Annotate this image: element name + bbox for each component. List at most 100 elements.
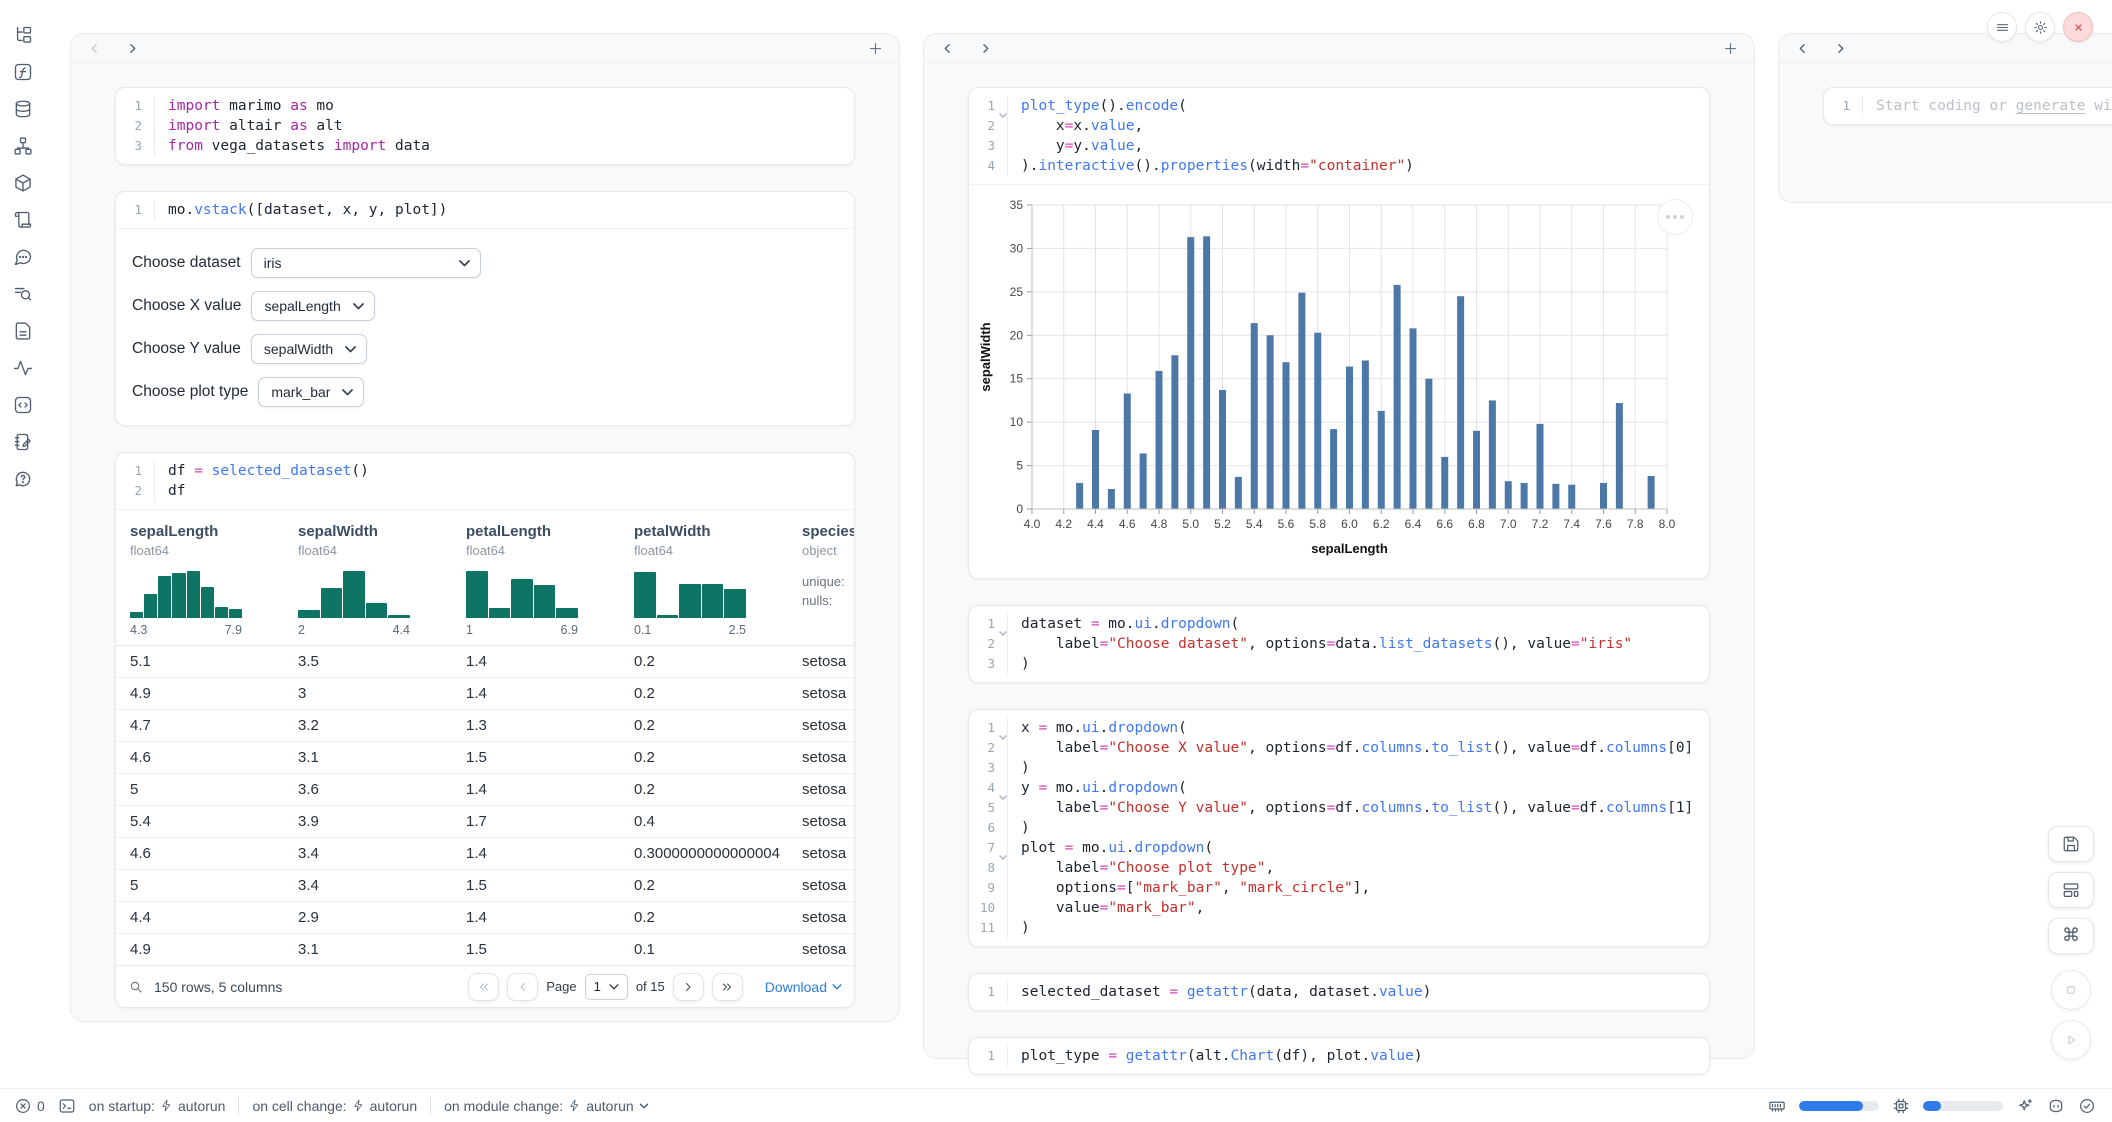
generate-with-ai-link: generate bbox=[2016, 98, 2086, 114]
chart-menu-button[interactable] bbox=[1657, 199, 1693, 235]
chart-bar bbox=[1489, 400, 1496, 509]
connection-status-button[interactable] bbox=[2078, 1097, 2096, 1115]
table-row[interactable]: 53.61.40.2setosa bbox=[116, 774, 854, 806]
dataset-select[interactable]: iris bbox=[251, 248, 481, 278]
add-cell-button[interactable] bbox=[1719, 37, 1741, 59]
next-page-button[interactable] bbox=[673, 973, 704, 1001]
table-row[interactable]: 4.73.21.30.2setosa bbox=[116, 710, 854, 742]
column-header[interactable]: sepalWidthfloat6424.4 bbox=[284, 510, 452, 646]
terminal-icon bbox=[58, 1097, 76, 1115]
sidebar-chat-icon[interactable] bbox=[12, 246, 34, 268]
table-row[interactable]: 53.41.50.2setosa bbox=[116, 870, 854, 902]
ai-assistant-button[interactable] bbox=[2016, 1097, 2034, 1115]
column-move-right-button[interactable] bbox=[975, 38, 995, 58]
dropdown-label: Choose dataset bbox=[132, 254, 241, 272]
y-value-select[interactable]: sepalWidth bbox=[251, 334, 367, 364]
table-row[interactable]: 5.43.91.70.4setosa bbox=[116, 806, 854, 838]
line-number: 1 bbox=[116, 96, 154, 116]
column-header[interactable]: sepalLengthfloat644.37.9 bbox=[116, 510, 284, 646]
sidebar-file-explorer-icon[interactable] bbox=[12, 24, 34, 46]
code-placeholder[interactable]: Start coding or generate with AI bbox=[1862, 96, 2112, 116]
code-editor[interactable]: 1mo.vstack([dataset, x, y, plot]) bbox=[116, 192, 854, 228]
column-header[interactable]: speciesobjectunique:nulls: bbox=[788, 510, 854, 646]
altair-chart[interactable]: 4.04.24.44.64.85.05.25.45.65.86.06.26.46… bbox=[977, 197, 1689, 565]
runtime-mode-button[interactable]: on cell change:autorun bbox=[252, 1098, 417, 1114]
save-icon bbox=[2062, 835, 2080, 853]
lightning-icon bbox=[568, 1099, 581, 1112]
notebook-action-toolbar: ⌘ bbox=[2048, 826, 2094, 1060]
sidebar-scratchpad-icon[interactable] bbox=[12, 431, 34, 453]
stop-button[interactable] bbox=[2051, 970, 2091, 1010]
chart-bar bbox=[1283, 362, 1290, 509]
download-button[interactable]: Download bbox=[765, 979, 842, 995]
code-editor[interactable]: 1plot_type().encode(2 x=x.value,3 y=y.va… bbox=[969, 88, 1709, 184]
sidebar-logs-icon[interactable] bbox=[12, 283, 34, 305]
runtime-mode-button[interactable]: on startup:autorun bbox=[89, 1098, 226, 1114]
x-value-select[interactable]: sepalLength bbox=[251, 291, 374, 321]
plot-type-select[interactable]: mark_bar bbox=[258, 377, 364, 407]
fold-chevron-icon[interactable] bbox=[999, 846, 1007, 851]
settings-button[interactable] bbox=[2025, 12, 2055, 42]
sidebar-documentation-icon[interactable] bbox=[12, 320, 34, 342]
add-cell-button[interactable] bbox=[864, 37, 886, 59]
code-editor[interactable]: 1plot_type = getattr(alt.Chart(df), plot… bbox=[969, 1038, 1709, 1074]
page-select[interactable]: 1 bbox=[585, 974, 628, 1000]
code-editor[interactable]: 1import marimo as mo2import altair as al… bbox=[116, 88, 854, 164]
table-header-row: sepalLengthfloat644.37.9sepalWidthfloat6… bbox=[116, 510, 854, 646]
column-move-left-button[interactable] bbox=[937, 38, 957, 58]
menu-button[interactable] bbox=[1987, 12, 2017, 42]
sidebar-code-cells-icon[interactable] bbox=[12, 394, 34, 416]
table-row[interactable]: 4.63.41.40.3000000000000004setosa bbox=[116, 838, 854, 870]
table-footer: 150 rows, 5 columns Page 1 of 15 Downloa… bbox=[116, 965, 854, 1007]
save-button[interactable] bbox=[2048, 826, 2094, 862]
command-palette-button[interactable]: ⌘ bbox=[2048, 918, 2094, 954]
copilot-button[interactable] bbox=[2047, 1097, 2065, 1115]
sidebar-datasources-icon[interactable] bbox=[12, 98, 34, 120]
code-editor[interactable]: 1dataset = mo.ui.dropdown(2 label="Choos… bbox=[969, 606, 1709, 682]
cell-imports: 1import marimo as mo2import altair as al… bbox=[115, 87, 855, 165]
layout-view-button[interactable] bbox=[2048, 872, 2094, 908]
line-number: 3 bbox=[969, 758, 1007, 778]
code-editor[interactable]: 1x = mo.ui.dropdown(2 label="Choose X va… bbox=[969, 710, 1709, 946]
code-editor[interactable]: 1selected_dataset = getattr(data, datase… bbox=[969, 974, 1709, 1010]
code-editor[interactable]: 1df = selected_dataset()2df bbox=[116, 453, 854, 509]
selected-value: sepalLength bbox=[264, 298, 340, 314]
terminal-button[interactable] bbox=[58, 1097, 76, 1115]
mode-label: on startup: bbox=[89, 1098, 155, 1114]
fold-chevron-icon[interactable] bbox=[999, 622, 1007, 627]
column-move-left-button[interactable] bbox=[1792, 38, 1812, 58]
copilot-icon bbox=[2047, 1097, 2065, 1115]
table-row[interactable]: 5.13.51.40.2setosa bbox=[116, 646, 854, 678]
sidebar-snippets-icon[interactable] bbox=[12, 209, 34, 231]
search-icon[interactable] bbox=[128, 979, 144, 995]
errors-indicator[interactable]: 0 bbox=[14, 1097, 45, 1115]
first-page-button[interactable] bbox=[468, 973, 499, 1001]
prev-page-button[interactable] bbox=[507, 973, 538, 1001]
table-row[interactable]: 4.63.11.50.2setosa bbox=[116, 742, 854, 774]
column-move-right-button[interactable] bbox=[122, 38, 142, 58]
cell-selected-dataset: 1selected_dataset = getattr(data, datase… bbox=[968, 973, 1710, 1011]
code-editor[interactable]: 1 Start coding or generate with AI bbox=[1824, 88, 2112, 124]
table-row[interactable]: 4.931.40.2setosa bbox=[116, 678, 854, 710]
last-page-button[interactable] bbox=[712, 973, 743, 1001]
column-move-left-button[interactable] bbox=[84, 38, 104, 58]
fold-chevron-icon[interactable] bbox=[999, 726, 1007, 731]
chart-bar bbox=[1457, 296, 1464, 509]
sidebar-tracing-icon[interactable] bbox=[12, 357, 34, 379]
column-header[interactable]: petalLengthfloat6416.9 bbox=[452, 510, 620, 646]
sidebar-dependencies-icon[interactable] bbox=[12, 135, 34, 157]
table-row[interactable]: 4.42.91.40.2setosa bbox=[116, 902, 854, 934]
column-move-right-button[interactable] bbox=[1830, 38, 1850, 58]
shutdown-button[interactable] bbox=[2063, 12, 2093, 42]
fold-chevron-icon[interactable] bbox=[999, 104, 1007, 109]
table-cell: 1.5 bbox=[452, 934, 620, 966]
sidebar-packages-icon[interactable] bbox=[12, 172, 34, 194]
fold-chevron-icon[interactable] bbox=[999, 786, 1007, 791]
runtime-mode-button[interactable]: on module change:autorun bbox=[444, 1098, 649, 1114]
table-cell: 3.1 bbox=[284, 742, 452, 774]
sidebar-functions-icon[interactable] bbox=[12, 61, 34, 83]
column-header[interactable]: petalWidthfloat640.12.5 bbox=[620, 510, 788, 646]
sidebar-help-icon[interactable] bbox=[12, 468, 34, 490]
table-row[interactable]: 4.93.11.50.1setosa bbox=[116, 934, 854, 966]
run-button[interactable] bbox=[2051, 1020, 2091, 1060]
